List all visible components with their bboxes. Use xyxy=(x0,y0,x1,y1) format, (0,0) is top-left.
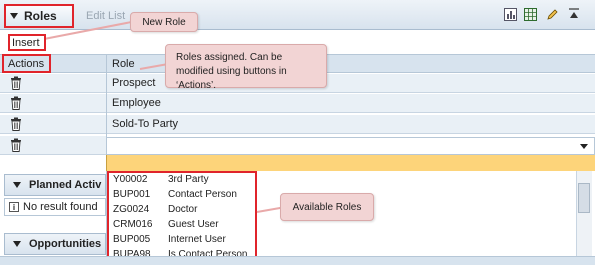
trash-icon[interactable] xyxy=(10,117,22,131)
edit-list-button[interactable]: Edit List xyxy=(86,10,125,22)
chart-icon[interactable] xyxy=(502,6,518,22)
new-role-callout: New Role xyxy=(130,12,198,32)
opportunities-title: Opportunities xyxy=(29,238,102,250)
chevron-down-icon[interactable] xyxy=(580,144,588,149)
role-select-dropdown[interactable] xyxy=(106,137,595,155)
opportunities-table-header xyxy=(0,256,595,265)
available-roles-callout: Available Roles xyxy=(280,193,374,221)
planned-activities-title: Planned Activ xyxy=(29,179,102,191)
trash-icon[interactable] xyxy=(10,96,22,110)
trash-icon[interactable] xyxy=(10,138,22,152)
no-result-message: i No result found xyxy=(4,198,106,216)
collapse-triangle-icon xyxy=(13,241,21,247)
collapse-triangle-icon xyxy=(10,13,18,19)
role-cell: Employee xyxy=(112,97,161,109)
roles-title: Roles xyxy=(24,9,57,23)
roles-toggle-button[interactable]: Roles xyxy=(4,4,74,28)
trash-icon[interactable] xyxy=(10,76,22,90)
table-row[interactable]: Sold-To Party xyxy=(0,115,595,134)
info-icon: i xyxy=(9,202,19,212)
available-roles-list-box: Y00002 3rd Party BUP001 Contact Person ZG0… xyxy=(107,171,257,261)
list-item[interactable]: Y00002 3rd Party xyxy=(113,174,209,185)
actions-column-header: Actions xyxy=(2,54,51,73)
collapse-triangle-icon xyxy=(13,182,21,188)
roles-assigned-callout: Roles assigned. Can be modified using bu… xyxy=(165,44,327,91)
list-scrollbar-thumb[interactable] xyxy=(578,183,590,213)
role-cell: Sold-To Party xyxy=(112,118,179,130)
planned-activities-header[interactable]: Planned Activ xyxy=(4,174,106,196)
list-item[interactable]: BUP001 Contact Person xyxy=(113,189,237,200)
role-cell: Prospect xyxy=(112,77,156,89)
dropdown-highlight-row[interactable] xyxy=(106,155,595,171)
opportunities-header[interactable]: Opportunities xyxy=(4,233,106,255)
list-item[interactable]: BUP005 Internet User xyxy=(113,234,226,245)
table-row-new[interactable] xyxy=(0,136,106,155)
list-item[interactable]: CRM016 Guest User xyxy=(113,219,219,230)
table-row[interactable]: Employee xyxy=(0,94,595,113)
insert-button[interactable]: Insert xyxy=(8,34,46,51)
pencil-icon[interactable] xyxy=(544,6,560,22)
list-item[interactable]: ZG0024 Doctor xyxy=(113,204,197,215)
role-column-header[interactable]: Role xyxy=(112,58,135,70)
spreadsheet-icon[interactable] xyxy=(522,6,538,22)
collapse-icon[interactable] xyxy=(566,6,582,22)
